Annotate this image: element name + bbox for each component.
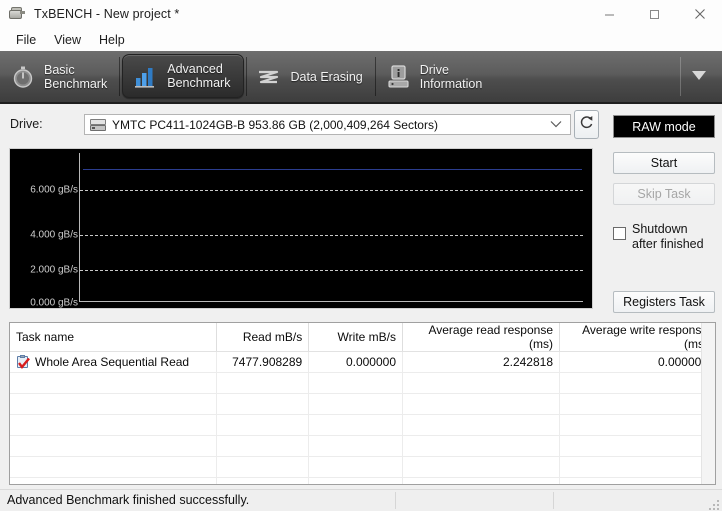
drive-select-value: YMTC PC411-1024GB-B 953.86 GB (2,000,409… (112, 117, 438, 132)
cell-read-mbs: 7477.908289 (216, 351, 310, 373)
task-results-table: Task name Read mB/s Write mB/s Average r… (9, 322, 716, 485)
hdd-icon (8, 6, 25, 22)
menu-file[interactable]: File (7, 31, 45, 49)
column-header-task-name[interactable]: Task name (10, 323, 218, 352)
window-controls (587, 0, 722, 28)
y-tick-2: 2.000 gB/s (30, 264, 78, 276)
status-message: Advanced Benchmark finished successfully… (7, 493, 250, 507)
table-empty-row[interactable] (10, 435, 715, 457)
skip-task-button: Skip Task (613, 183, 715, 205)
read-speed-series-line (83, 169, 582, 170)
chevron-down-icon (690, 68, 708, 86)
task-name-text: Whole Area Sequential Read (35, 355, 190, 369)
tab-drive-information-label: Drive Information (419, 62, 483, 91)
start-button[interactable]: Start (613, 152, 715, 174)
toolbar-overflow-button[interactable] (680, 51, 722, 102)
y-tick-6: 6.000 gB/s (30, 184, 78, 196)
bar-chart-icon (133, 63, 159, 89)
status-divider-2 (553, 492, 554, 509)
hdd-icon (90, 118, 106, 131)
status-bar: Advanced Benchmark finished successfully… (0, 489, 722, 511)
table-empty-row[interactable] (10, 372, 715, 394)
table-empty-row[interactable] (10, 456, 715, 478)
y-tick-0: 0.000 gB/s (30, 297, 78, 309)
title-bar: TxBENCH - New project * (0, 0, 722, 28)
menu-bar: File View Help (0, 28, 722, 51)
gridline-6 (80, 190, 583, 191)
refresh-icon (578, 114, 595, 136)
shred-icon (256, 64, 282, 90)
minimize-button[interactable] (587, 0, 632, 28)
window-title: TxBENCH - New project * (34, 7, 180, 21)
drive-select[interactable]: YMTC PC411-1024GB-B 953.86 GB (2,000,409… (84, 114, 571, 135)
tab-advanced-benchmark[interactable]: Advanced Benchmark (122, 54, 245, 98)
gridline-2 (80, 270, 583, 271)
table-empty-row[interactable] (10, 477, 715, 484)
raw-mode-button[interactable]: RAW mode (613, 115, 715, 138)
checkbox-box[interactable] (613, 227, 626, 240)
drive-label: Drive: (10, 117, 43, 131)
tab-basic-benchmark-label: Basic Benchmark (44, 62, 108, 91)
gridline-4 (80, 235, 583, 236)
shutdown-after-finished-label: Shutdown after finished (632, 222, 704, 251)
column-header-avg-write-response[interactable]: Average write response (ms) (559, 323, 715, 352)
resize-grip[interactable] (708, 498, 720, 510)
cell-avg-read-response: 2.242818 (402, 351, 560, 373)
table-header-row: Task name Read mB/s Write mB/s Average r… (10, 323, 715, 352)
column-header-read-mbs[interactable]: Read mB/s (216, 323, 310, 352)
graph-y-axis-labels: 6.000 gB/s 4.000 gB/s 2.000 gB/s 0.000 g… (10, 149, 78, 309)
shutdown-after-finished-checkbox[interactable]: Shutdown after finished (613, 222, 717, 254)
cell-task-name: Whole Area Sequential Read (10, 351, 218, 373)
table-row[interactable]: Whole Area Sequential Read 7477.908289 0… (10, 351, 715, 373)
tab-basic-benchmark[interactable]: Basic Benchmark (0, 51, 121, 102)
toolbar-tabs: Basic Benchmark Advanced Benchmark Data … (0, 51, 722, 104)
status-divider-1 (395, 492, 396, 509)
tab-data-erasing-label: Data Erasing (290, 69, 363, 84)
tab-data-erasing[interactable]: Data Erasing (246, 51, 376, 102)
task-checked-icon (16, 355, 30, 369)
benchmark-graph: 6.000 gB/s 4.000 gB/s 2.000 gB/s 0.000 g… (9, 148, 593, 309)
y-tick-4: 4.000 gB/s (30, 229, 78, 241)
table-empty-row[interactable] (10, 393, 715, 415)
table-scrollbar[interactable] (701, 323, 715, 484)
application-window: TxBENCH - New project * File View Help B… (0, 0, 722, 511)
column-header-avg-read-response[interactable]: Average read response (ms) (402, 323, 560, 352)
maximize-button[interactable] (632, 0, 677, 28)
registers-task-button[interactable]: Registers Task (613, 291, 715, 313)
tab-advanced-benchmark-label: Advanced Benchmark (167, 62, 231, 90)
table-empty-row[interactable] (10, 414, 715, 436)
close-button[interactable] (677, 0, 722, 28)
chevron-down-icon (550, 120, 562, 130)
menu-view[interactable]: View (45, 31, 90, 49)
cell-avg-write-response: 0.000000 (559, 351, 715, 373)
drive-info-icon (386, 64, 412, 90)
column-header-write-mbs[interactable]: Write mB/s (308, 323, 403, 352)
graph-plot-area (79, 153, 583, 302)
stopwatch-icon (10, 64, 36, 90)
refresh-drives-button[interactable] (574, 110, 599, 139)
menu-help[interactable]: Help (90, 31, 134, 49)
cell-write-mbs: 0.000000 (308, 351, 403, 373)
tab-drive-information[interactable]: Drive Information (376, 51, 496, 102)
